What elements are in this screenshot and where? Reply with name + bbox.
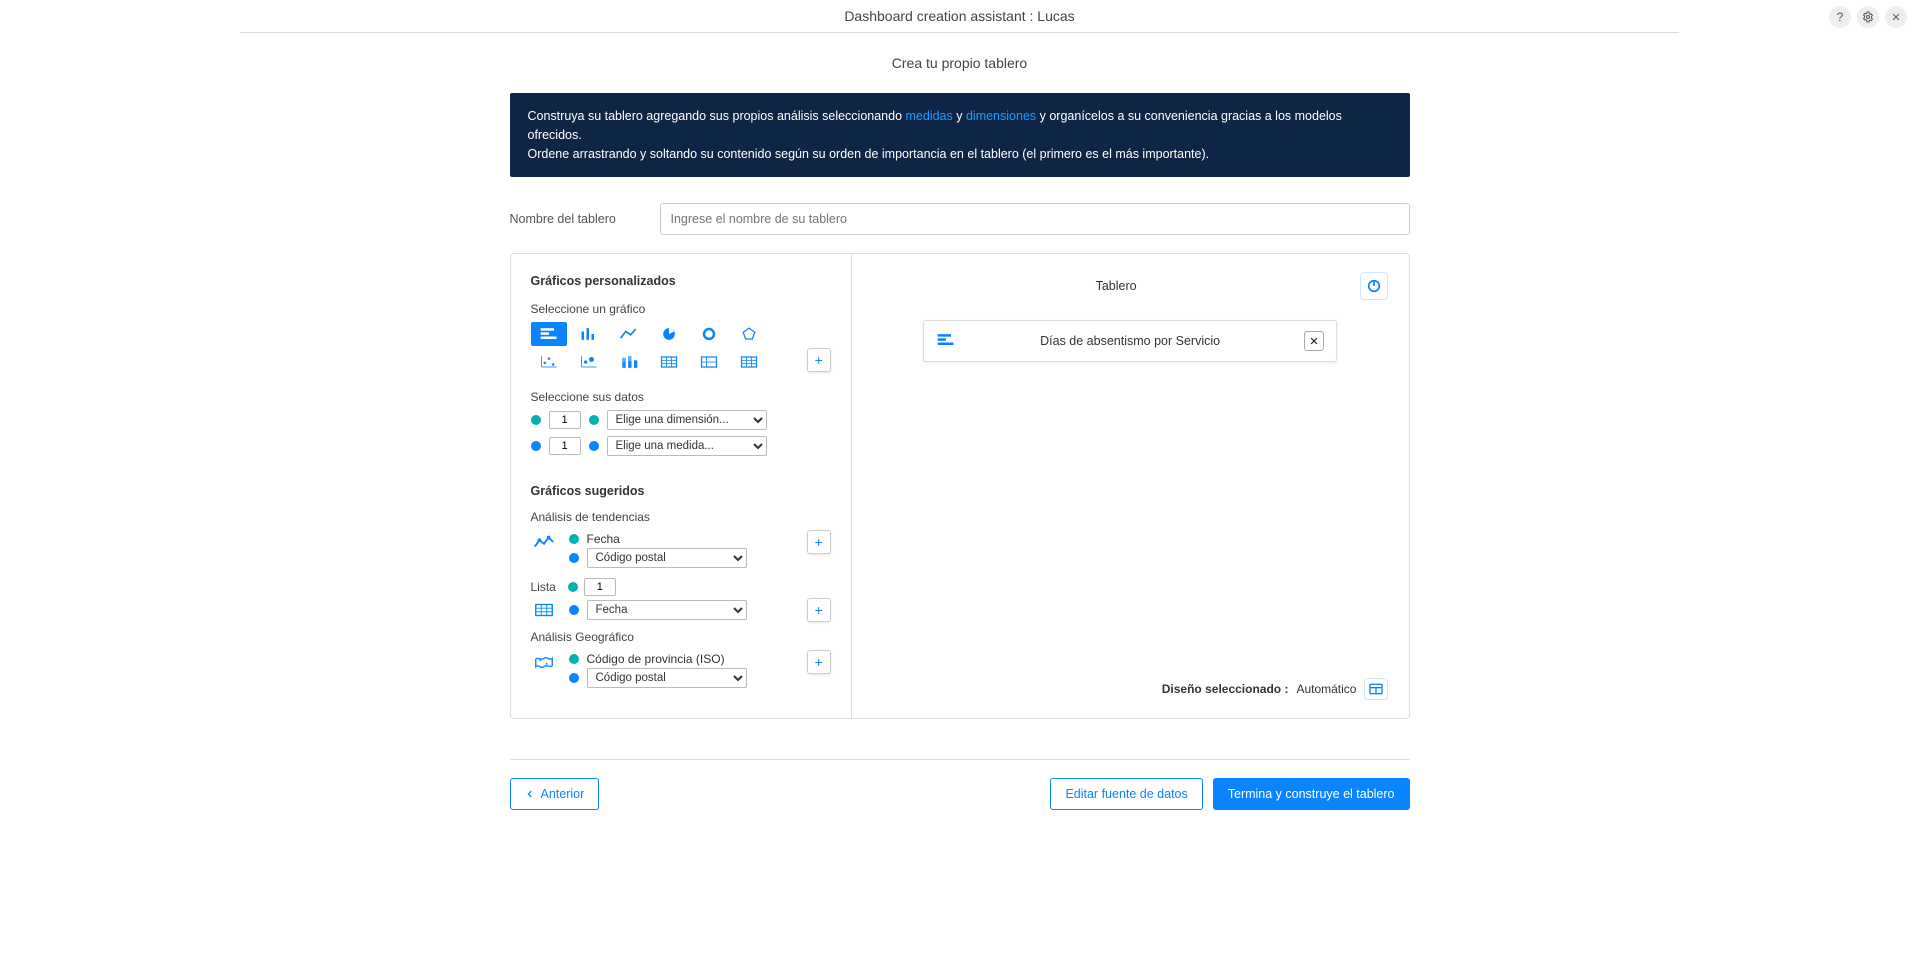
geo-dim-value: Código de provincia (ISO) xyxy=(587,652,725,666)
card-remove-button[interactable] xyxy=(1304,331,1324,351)
chart-pie-icon[interactable] xyxy=(651,322,687,346)
design-label: Diseño seleccionado : xyxy=(1162,682,1289,696)
add-list-chart-button[interactable]: + xyxy=(807,598,831,622)
dimension-dot-icon xyxy=(589,415,599,425)
trend-line-icon xyxy=(531,533,557,551)
select-data-label: Seleccione sus datos xyxy=(531,390,831,404)
trend-measure-select[interactable]: Código postal xyxy=(587,548,747,568)
chart-type-grid xyxy=(531,322,791,374)
measures-link[interactable]: medidas xyxy=(906,109,953,123)
trend-dim-dot-icon xyxy=(569,534,579,544)
add-trend-chart-button[interactable]: + xyxy=(807,530,831,554)
trend-label: Análisis de tendencias xyxy=(531,510,831,524)
chart-bar-icon[interactable] xyxy=(571,322,607,346)
list-measure-dot-icon xyxy=(569,605,579,615)
dimension-select[interactable]: Elige una dimensión... xyxy=(607,410,767,430)
measure-indicator-icon xyxy=(531,441,541,451)
dimension-indicator-icon xyxy=(531,415,541,425)
dimension-count-input[interactable] xyxy=(549,411,581,429)
edit-datasource-button[interactable]: Editar fuente de datos xyxy=(1050,778,1202,810)
info-banner: Construya su tablero agregando sus propi… xyxy=(510,93,1410,177)
dimensions-link[interactable]: dimensiones xyxy=(966,109,1036,123)
geo-map-icon xyxy=(531,653,557,671)
list-field-select[interactable]: Fecha xyxy=(587,600,747,620)
chart-line-icon[interactable] xyxy=(611,322,647,346)
tablero-heading: Tablero xyxy=(872,279,1361,293)
list-table-icon xyxy=(531,601,557,619)
add-custom-chart-button[interactable]: + xyxy=(807,348,831,372)
geo-measure-dot-icon xyxy=(569,673,579,683)
close-icon[interactable] xyxy=(1885,6,1907,28)
measure-count-input[interactable] xyxy=(549,437,581,455)
suggested-charts-heading: Gráficos sugeridos xyxy=(531,484,831,498)
dashboard-name-label: Nombre del tablero xyxy=(510,212,630,226)
subtitle: Crea tu propio tablero xyxy=(0,33,1919,93)
chart-horizbar-icon[interactable] xyxy=(531,322,567,346)
add-geo-chart-button[interactable]: + xyxy=(807,650,831,674)
geo-measure-select[interactable]: Código postal xyxy=(587,668,747,688)
custom-charts-heading: Gráficos personalizados xyxy=(531,274,831,288)
geo-label: Análisis Geográfico xyxy=(531,630,831,644)
chart-table-icon[interactable] xyxy=(651,350,687,374)
previous-button[interactable]: Anterior xyxy=(510,778,600,810)
dashboard-card[interactable]: Días de absentismo por Servicio xyxy=(923,320,1336,362)
page-title: Dashboard creation assistant : Lucas xyxy=(16,8,1903,24)
geo-dim-dot-icon xyxy=(569,654,579,664)
chart-radar-icon[interactable] xyxy=(731,322,767,346)
reset-icon[interactable] xyxy=(1360,272,1388,300)
chart-donut-icon[interactable] xyxy=(691,322,727,346)
design-value: Automático xyxy=(1296,682,1356,696)
trend-dim-value: Fecha xyxy=(587,532,620,546)
measure-dot-icon xyxy=(589,441,599,451)
layout-icon[interactable] xyxy=(1364,678,1388,700)
card-title: Días de absentismo por Servicio xyxy=(968,334,1291,348)
chart-scatter-icon[interactable] xyxy=(531,350,567,374)
card-chart-icon xyxy=(936,332,956,351)
list-label: Lista xyxy=(531,580,556,594)
gear-icon[interactable] xyxy=(1857,6,1879,28)
select-chart-label: Seleccione un gráfico xyxy=(531,302,831,316)
dashboard-name-input[interactable] xyxy=(660,203,1410,235)
chart-stackedbar-icon[interactable] xyxy=(611,350,647,374)
finish-build-button[interactable]: Termina y construye el tablero xyxy=(1213,778,1410,810)
chart-pivot-icon[interactable] xyxy=(691,350,727,374)
chart-grid-icon[interactable] xyxy=(731,350,767,374)
trend-measure-dot-icon xyxy=(569,553,579,563)
chart-bubble-icon[interactable] xyxy=(571,350,607,374)
help-icon[interactable]: ? xyxy=(1829,6,1851,28)
measure-select[interactable]: Elige una medida... xyxy=(607,436,767,456)
list-count-input[interactable] xyxy=(584,578,616,596)
list-dim-dot-icon xyxy=(568,582,578,592)
